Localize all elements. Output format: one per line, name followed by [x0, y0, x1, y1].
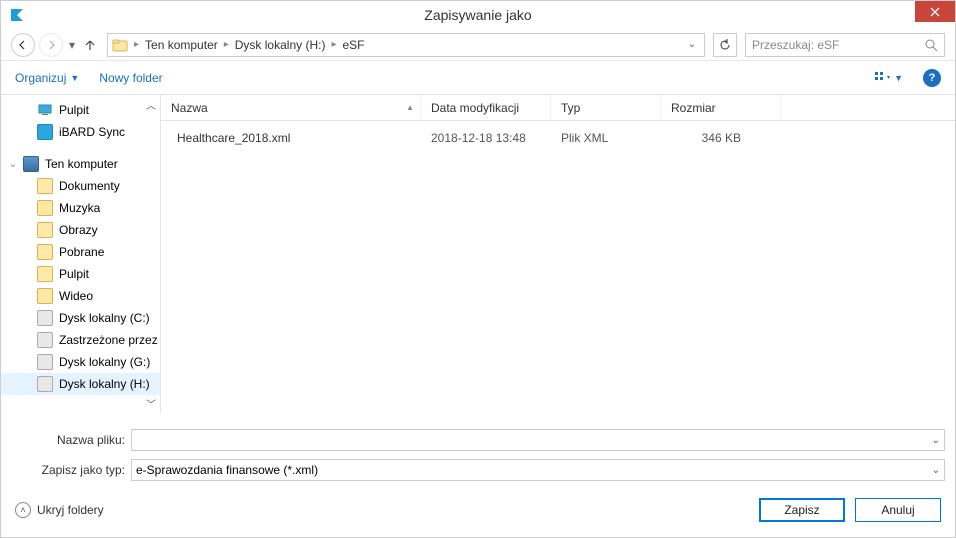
- search-placeholder: Przeszukaj: eSF: [752, 38, 839, 52]
- scroll-down-icon[interactable]: ﹀: [146, 396, 156, 411]
- tree-item-this-pc[interactable]: ⌄ Ten komputer: [1, 153, 160, 175]
- tree-label: Pulpit: [59, 267, 89, 281]
- expand-icon[interactable]: ⌄: [7, 159, 19, 170]
- folder-tree: ︿ Pulpit iBARD Sync ⌄ Ten komputer Dokum…: [1, 95, 161, 413]
- folder-icon: [37, 200, 53, 216]
- tree-label: iBARD Sync: [59, 125, 125, 139]
- folder-icon: [37, 266, 53, 282]
- tree-item[interactable]: Dysk lokalny (C:): [1, 307, 160, 329]
- tree-item[interactable]: Dokumenty: [1, 175, 160, 197]
- scroll-up-icon[interactable]: ︿: [146, 97, 156, 112]
- chevron-down-icon: ▼: [70, 73, 79, 83]
- toolbar: Organizuj ▼ Nowy folder ▼ ?: [1, 61, 955, 95]
- back-button[interactable]: [11, 33, 35, 57]
- folder-icon: [37, 178, 53, 194]
- tree-item[interactable]: Pobrane: [1, 241, 160, 263]
- column-name[interactable]: Nazwa ▲: [161, 95, 421, 120]
- tree-label: Zastrzeżone przez system: [59, 333, 160, 347]
- filename-input[interactable]: ⌄: [131, 429, 945, 451]
- tree-item[interactable]: Pulpit: [1, 263, 160, 285]
- folder-icon: [37, 222, 53, 238]
- tree-label: Ten komputer: [45, 157, 118, 171]
- folder-icon: [37, 288, 53, 304]
- breadcrumb-drive[interactable]: Dysk lokalny (H:): [235, 38, 326, 52]
- main-area: ︿ Pulpit iBARD Sync ⌄ Ten komputer Dokum…: [1, 95, 955, 413]
- view-options-button[interactable]: ▼: [874, 71, 903, 85]
- file-list: Nazwa ▲ Data modyfikacji Typ Rozmiar Hea…: [161, 95, 955, 413]
- tree-item[interactable]: Zastrzeżone przez system: [1, 329, 160, 351]
- tree-item[interactable]: Pulpit: [1, 99, 160, 121]
- tree-label: Wideo: [59, 289, 93, 303]
- tree-label: Dysk lokalny (H:): [59, 377, 150, 391]
- organize-button[interactable]: Organizuj ▼: [15, 71, 79, 85]
- file-row[interactable]: Healthcare_2018.xml 2018-12-18 13:48 Pli…: [161, 127, 955, 149]
- tree-label: Dysk lokalny (C:): [59, 311, 150, 325]
- tree-label: Pobrane: [59, 245, 104, 259]
- file-date: 2018-12-18 13:48: [421, 131, 551, 145]
- title-bar: Zapisywanie jako: [1, 1, 955, 29]
- column-date[interactable]: Data modyfikacji: [421, 95, 551, 120]
- address-bar[interactable]: ▸ Ten komputer ▸ Dysk lokalny (H:) ▸ eSF…: [107, 33, 705, 57]
- file-type: Plik XML: [551, 131, 661, 145]
- breadcrumb-root[interactable]: Ten komputer: [145, 38, 218, 52]
- tree-item[interactable]: Dysk lokalny (G:): [1, 351, 160, 373]
- column-size[interactable]: Rozmiar: [661, 95, 781, 120]
- tree-label: Pulpit: [59, 103, 89, 117]
- save-fields: Nazwa pliku: ⌄ Zapisz jako typ: e-Sprawo…: [1, 413, 955, 489]
- new-folder-button[interactable]: Nowy folder: [99, 71, 162, 85]
- cancel-button[interactable]: Anuluj: [855, 498, 941, 522]
- column-type[interactable]: Typ: [551, 95, 661, 120]
- file-name: Healthcare_2018.xml: [177, 131, 290, 145]
- tree-item[interactable]: Obrazy: [1, 219, 160, 241]
- chevron-down-icon[interactable]: ⌄: [932, 465, 940, 476]
- tree-label: Dysk lokalny (G:): [59, 355, 150, 369]
- chevron-down-icon[interactable]: ⌄: [932, 435, 940, 446]
- file-list-header: Nazwa ▲ Data modyfikacji Typ Rozmiar: [161, 95, 955, 121]
- history-dropdown-icon[interactable]: ▾: [67, 38, 77, 52]
- tree-item[interactable]: iBARD Sync: [1, 121, 160, 143]
- pc-icon: [23, 156, 39, 172]
- drive-icon: [37, 310, 53, 326]
- tree-item[interactable]: Muzyka: [1, 197, 160, 219]
- nav-bar: ▾ ▸ Ten komputer ▸ Dysk lokalny (H:) ▸ e…: [1, 29, 955, 61]
- filetype-select[interactable]: e-Sprawozdania finansowe (*.xml) ⌄: [131, 459, 945, 481]
- tree-item[interactable]: Dysk lokalny (H:): [1, 373, 160, 395]
- tree-label: Muzyka: [59, 201, 100, 215]
- footer: ˄ Ukryj foldery Zapisz Anuluj: [1, 489, 955, 531]
- filename-label: Nazwa pliku:: [11, 433, 131, 447]
- chevron-right-icon: ▸: [224, 39, 229, 50]
- chevron-down-icon: ▼: [894, 73, 903, 83]
- folder-icon: [37, 244, 53, 260]
- filetype-value: e-Sprawozdania finansowe (*.xml): [136, 463, 318, 477]
- hide-folders-button[interactable]: ˄ Ukryj foldery: [15, 502, 104, 518]
- drive-icon: [37, 354, 53, 370]
- drive-icon: [37, 376, 53, 392]
- help-button[interactable]: ?: [923, 69, 941, 87]
- window-title: Zapisywanie jako: [1, 7, 955, 23]
- collapse-icon: ˄: [15, 502, 31, 518]
- tree-label: Dokumenty: [59, 179, 120, 193]
- chevron-right-icon: ▸: [134, 39, 139, 50]
- desktop-icon: [37, 102, 53, 118]
- search-box[interactable]: Przeszukaj: eSF: [745, 33, 945, 57]
- address-dropdown-icon[interactable]: ⌄: [684, 39, 700, 50]
- folder-icon: [112, 37, 128, 53]
- filetype-label: Zapisz jako typ:: [11, 463, 131, 477]
- up-button[interactable]: [81, 36, 99, 54]
- close-button[interactable]: [915, 1, 955, 22]
- search-icon: [924, 38, 938, 52]
- save-button[interactable]: Zapisz: [759, 498, 845, 522]
- file-size: 346 KB: [661, 131, 781, 145]
- chevron-right-icon: ▸: [331, 39, 336, 50]
- breadcrumb-folder[interactable]: eSF: [342, 38, 364, 52]
- tree-item[interactable]: Wideo: [1, 285, 160, 307]
- sort-asc-icon: ▲: [406, 103, 414, 112]
- refresh-button[interactable]: [713, 33, 737, 57]
- sync-icon: [37, 124, 53, 140]
- drive-icon: [37, 332, 53, 348]
- tree-label: Obrazy: [59, 223, 98, 237]
- forward-button[interactable]: [39, 33, 63, 57]
